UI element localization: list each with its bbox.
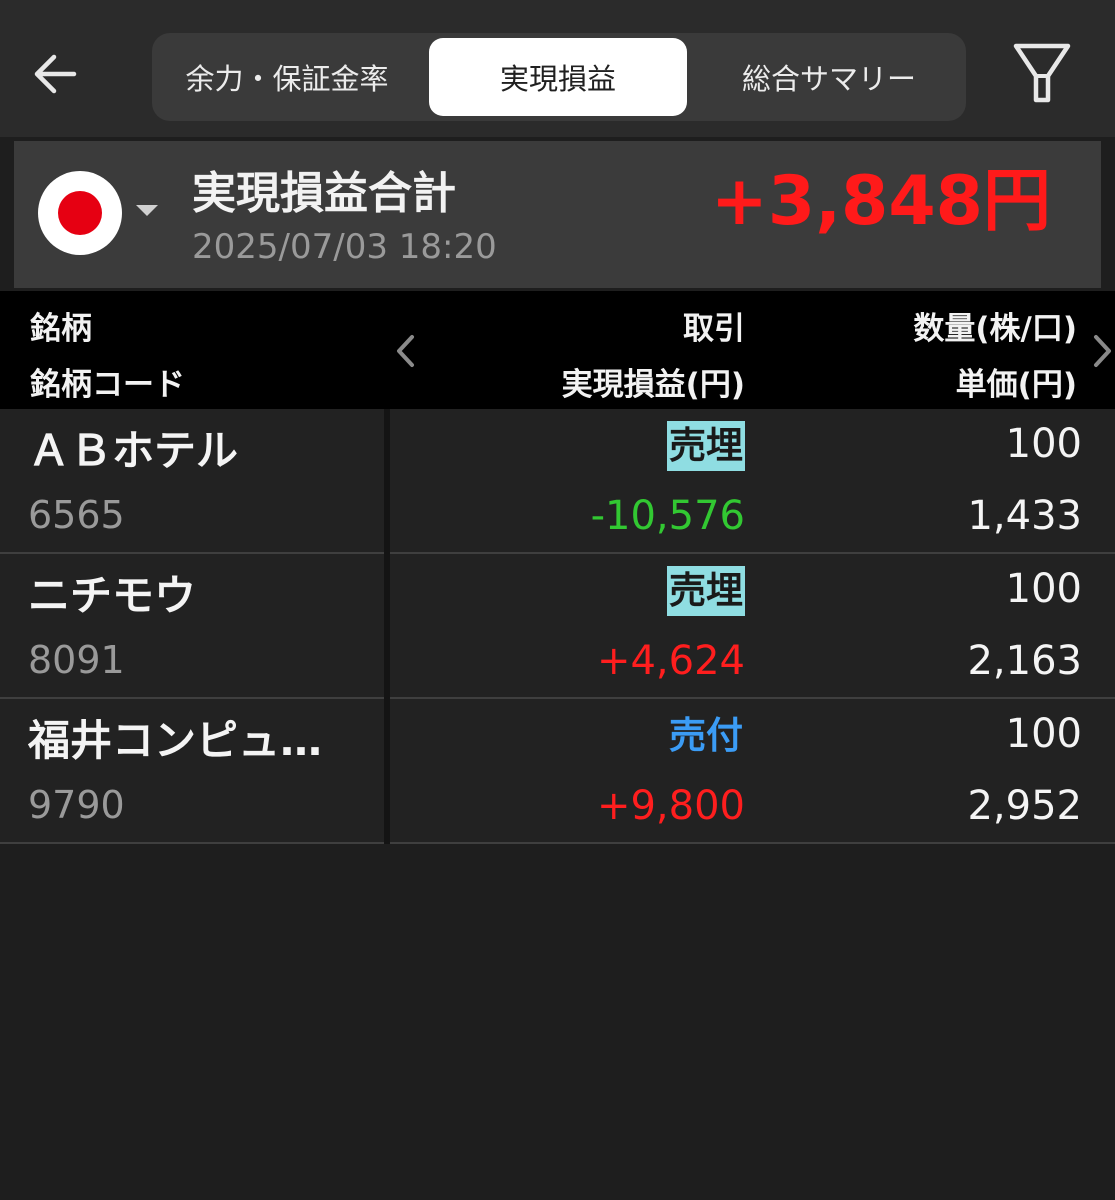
column-pl: 実現損益(円) [561, 367, 745, 403]
table-row[interactable]: ニチモウ 8091 売埋 +4,624 100 2,163 [0, 554, 1115, 699]
unit-price: 2,952 [967, 783, 1082, 829]
stock-code: 8091 [28, 638, 125, 682]
realized-pl: +4,624 [596, 638, 745, 684]
unit-price: 1,433 [967, 493, 1082, 539]
chevron-right-icon[interactable] [1090, 333, 1115, 369]
column-qty: 数量(株/口) [913, 311, 1077, 347]
unit-price: 2,163 [967, 638, 1082, 684]
table-row[interactable]: 福井コンピュ… 9790 売付 +9,800 100 2,952 [0, 699, 1115, 844]
chevron-left-icon[interactable] [392, 333, 418, 369]
column-name: 銘柄 [30, 311, 92, 347]
column-trade: 取引 [683, 311, 745, 347]
tab-margin-ratio[interactable]: 余力・保証金率 [152, 38, 422, 116]
column-divider [384, 554, 390, 699]
column-divider [384, 409, 390, 554]
japan-flag-icon[interactable] [38, 171, 122, 255]
trade-type-badge: 売埋 [667, 566, 745, 616]
stock-name: ＡＢホテル [28, 426, 239, 475]
filter-icon [1013, 43, 1071, 103]
stock-name: ニチモウ [28, 571, 197, 620]
arrow-left-icon [34, 54, 77, 94]
tab-realized-pl[interactable]: 実現損益 [429, 38, 687, 116]
column-header: 銘柄 銘柄コード 取引 実現損益(円) 数量(株/口) 単価(円) [0, 291, 1115, 409]
column-code: 銘柄コード [30, 367, 185, 403]
stock-code: 6565 [28, 493, 125, 537]
realized-pl: +9,800 [596, 783, 745, 829]
realized-pl: -10,576 [590, 493, 745, 539]
column-divider [384, 699, 390, 844]
quantity: 100 [1005, 566, 1082, 612]
summary-title: 実現損益合計 [192, 168, 456, 219]
back-button[interactable] [28, 46, 84, 102]
table-row[interactable]: ＡＢホテル 6565 売埋 -10,576 100 1,433 [0, 409, 1115, 554]
realized-pl-summary: 実現損益合計 2025/07/03 18:20 +3,848円 [14, 141, 1101, 288]
filter-button[interactable] [1010, 40, 1074, 106]
trade-type-badge: 売埋 [667, 421, 745, 471]
quantity: 100 [1005, 711, 1082, 757]
stock-name: 福井コンピュ… [28, 716, 323, 765]
stock-code: 9790 [28, 783, 125, 827]
top-bar: 余力・保証金率 実現損益 総合サマリー [0, 0, 1115, 137]
trade-list: ＡＢホテル 6565 売埋 -10,576 100 1,433 ニチモウ 809… [0, 409, 1115, 844]
trade-type-badge: 売付 [669, 714, 743, 757]
tab-bar: 余力・保証金率 実現損益 総合サマリー [152, 33, 966, 121]
column-price: 単価(円) [955, 367, 1077, 403]
caret-down-icon[interactable] [136, 205, 158, 216]
summary-date: 2025/07/03 18:20 [192, 227, 497, 267]
tab-overall-summary[interactable]: 総合サマリー [692, 38, 966, 116]
quantity: 100 [1005, 421, 1082, 467]
summary-total: +3,848円 [710, 162, 1051, 241]
